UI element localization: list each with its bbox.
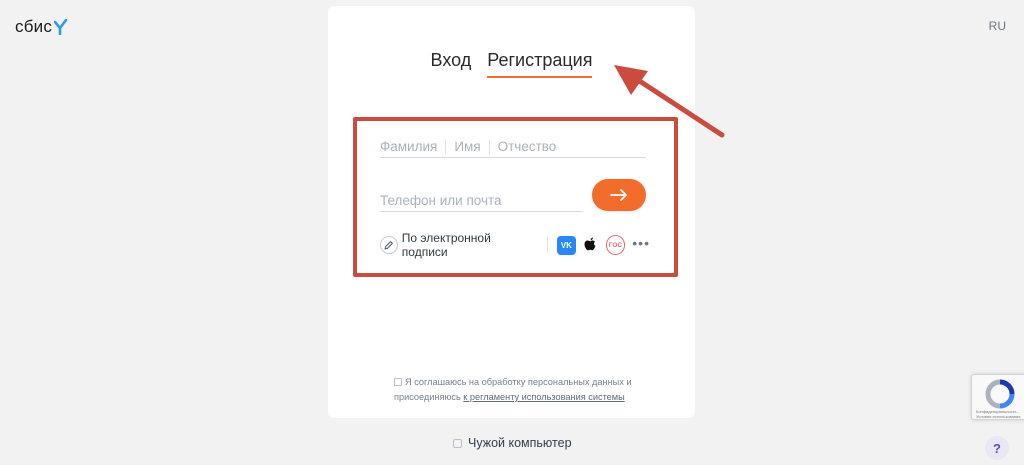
alien-computer-label: Чужой компьютер xyxy=(468,436,572,450)
alien-computer-checkbox[interactable] xyxy=(453,438,462,448)
recaptcha-text: Конфиденциальность - Условия использован… xyxy=(976,409,1021,419)
annotation-arrow xyxy=(614,65,725,138)
recaptcha-badge[interactable]: Конфиденциальность - Условия использован… xyxy=(971,374,1024,420)
help-button[interactable]: ? xyxy=(985,436,1009,460)
alien-computer-option[interactable]: Чужой компьютер xyxy=(453,436,572,450)
recaptcha-icon xyxy=(985,379,1015,409)
